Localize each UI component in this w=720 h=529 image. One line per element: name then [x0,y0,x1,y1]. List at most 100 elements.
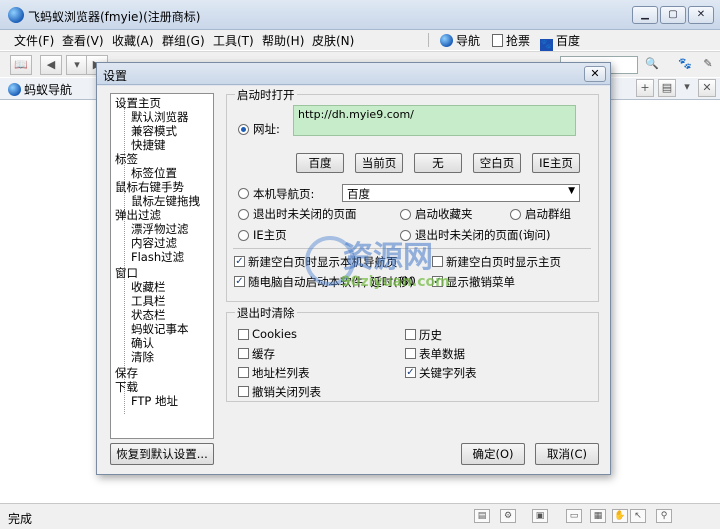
checkbox-address-list[interactable] [238,367,249,378]
menu-file[interactable]: 文件(F) [14,32,54,49]
tree-item-favorites-bar[interactable]: 收藏栏 [131,280,166,294]
radio-url[interactable] [238,124,249,135]
tree-item-confirm[interactable]: 确认 [131,336,154,350]
settings-tree: 设置主页 默认浏览器 兼容模式 快捷键 标签 标签位置 鼠标右键手势 鼠标左键拖… [110,93,214,439]
local-nav-select[interactable]: 百度 ▼ [342,184,580,202]
status-text: 完成 [8,512,33,526]
save-icon[interactable]: ▦ [590,509,606,523]
tree-item-flash-filter[interactable]: Flash过滤 [131,250,184,264]
tab-list-icon[interactable]: ▤ [658,79,676,97]
checkbox-cookies[interactable] [238,329,249,340]
checkbox-keyword-list[interactable]: ✓ [405,367,416,378]
chevron-down-icon: ▼ [568,186,575,196]
tree-item-tabs[interactable]: 标签 [115,152,138,166]
preset-ie-home-button[interactable]: IE主页 [532,153,580,173]
checkbox-undo-close-list[interactable] [238,386,249,397]
undo-close-list-label: 撤销关闭列表 [252,385,321,399]
hand-icon[interactable]: ✋ [612,509,628,523]
tree-item-notepad[interactable]: 蚂蚁记事本 [131,322,189,336]
tree-item-download[interactable]: 下载 [115,380,138,394]
tree-item-window[interactable]: 窗口 [115,266,138,280]
minimize-button[interactable]: ▁ [632,6,658,24]
menu-view[interactable]: 查看(V) [62,32,104,49]
tree-item-shortcuts[interactable]: 快捷键 [131,138,166,152]
menu-favorites[interactable]: 收藏(A) [112,32,154,49]
nav-link-label: 导航 [456,34,481,48]
cursor-icon[interactable]: ↖ [630,509,646,523]
local-nav-label: 本机导航页: [253,187,315,201]
tree-item-ftp[interactable]: FTP 地址 [131,394,178,408]
globe-icon [440,34,453,47]
clear-on-exit-group: 退出时清除 Cookies 历史 缓存 表单数据 地址栏列表 ✓ 关键字列表 撤… [226,305,599,402]
back-button[interactable]: ◀ [40,55,62,75]
preset-baidu-button[interactable]: 百度 [296,153,344,173]
maximize-button[interactable]: ▢ [660,6,686,24]
dialog-close-button[interactable]: ✕ [584,66,606,82]
tree-item-toolbar[interactable]: 工具栏 [131,294,166,308]
proxy-icon[interactable]: ⚙ [500,509,516,523]
tree-item-default-browser[interactable]: 默认浏览器 [131,110,189,124]
radio-groups[interactable] [510,209,521,220]
globe-icon [8,83,21,96]
keyword-list-label: 关键字列表 [419,366,477,380]
radio-unclosed-pages[interactable] [238,209,249,220]
ie-home-label: IE主页 [253,228,287,242]
image-icon[interactable]: ▣ [532,509,548,523]
tree-item-right-gesture[interactable]: 鼠标右键手势 [115,180,184,194]
zoom-icon[interactable]: ⚲ [656,509,672,523]
tree-item-compat-mode[interactable]: 兼容模式 [131,124,177,138]
tab-ant-nav[interactable]: 蚂蚁导航 [8,81,72,98]
tree-item-popup-filter[interactable]: 弹出过滤 [115,208,161,222]
checkbox-new-blank-home[interactable] [432,256,443,267]
tree-item-content-filter[interactable]: 内容过滤 [131,236,177,250]
checkbox-form-data[interactable] [405,348,416,359]
paw-icon[interactable]: 🐾 [674,55,696,75]
new-blank-home-label: 新建空白页时显示主页 [446,255,561,269]
nav-link[interactable]: 导航 [440,32,480,49]
menu-separator [428,33,429,47]
cache-label: 缓存 [252,347,275,361]
radio-local-nav[interactable] [238,188,249,199]
preset-current-page-button[interactable]: 当前页 [355,153,403,173]
checkbox-new-blank-nav[interactable]: ✓ [234,256,245,267]
menu-bar: 文件(F) 查看(V) 收藏(A) 群组(G) 工具(T) 帮助(H) 皮肤(N… [0,30,720,52]
radio-favorites[interactable] [400,209,411,220]
tree-item-statusbar[interactable]: 状态栏 [131,308,166,322]
menu-help[interactable]: 帮助(H) [262,32,304,49]
close-window-button[interactable]: ✕ [688,6,714,24]
tree-item-clear[interactable]: 清除 [131,350,154,364]
window-title: 飞蚂蚁浏览器(fmyie)(注册商标) [28,10,201,24]
preset-blank-button[interactable]: 空白页 [473,153,521,173]
checkbox-cache[interactable] [238,348,249,359]
tree-item-left-drag[interactable]: 鼠标左键拖拽 [131,194,200,208]
ok-button[interactable]: 确定(O) [461,443,525,465]
menu-groups[interactable]: 群组(G) [162,32,205,49]
book-icon[interactable]: 📖 [10,55,32,75]
document-icon [492,34,503,47]
tree-item-homepage[interactable]: 设置主页 [115,96,161,110]
checkbox-autostart[interactable]: ✓ [234,276,245,287]
preset-none-button[interactable]: 无 [414,153,462,173]
homepage-url-input[interactable]: http://dh.myie9.com/ [293,105,576,136]
pencil-icon[interactable]: ✎ [697,55,719,75]
checkbox-history[interactable] [405,329,416,340]
menu-tools[interactable]: 工具(T) [213,32,254,49]
tree-item-save[interactable]: 保存 [115,366,138,380]
restore-defaults-button[interactable]: 恢复到默认设置... [110,443,214,465]
tree-item-float-filter[interactable]: 漂浮物过滤 [131,222,189,236]
close-tab-icon[interactable]: ✕ [698,79,716,97]
cancel-button[interactable]: 取消(C) [535,443,599,465]
tab-menu-dropdown-icon[interactable]: ▾ [680,79,694,97]
clear-group-title: 退出时清除 [235,305,297,321]
watermark-name: 资源网 [343,240,433,275]
ticket-link[interactable]: 抢票 [492,32,530,49]
menu-skin[interactable]: 皮肤(N) [312,32,354,49]
search-icon[interactable]: 🔍 [641,55,663,75]
add-tab-icon[interactable]: + [636,79,654,97]
back-dropdown-icon[interactable]: ▾ [66,55,88,75]
radio-ie-home[interactable] [238,230,249,241]
page-icon[interactable]: ▤ [474,509,490,523]
baidu-link[interactable]: 🐾 百度 [540,32,580,52]
tree-item-tab-position[interactable]: 标签位置 [131,166,177,180]
folder-icon[interactable]: ▭ [566,509,582,523]
